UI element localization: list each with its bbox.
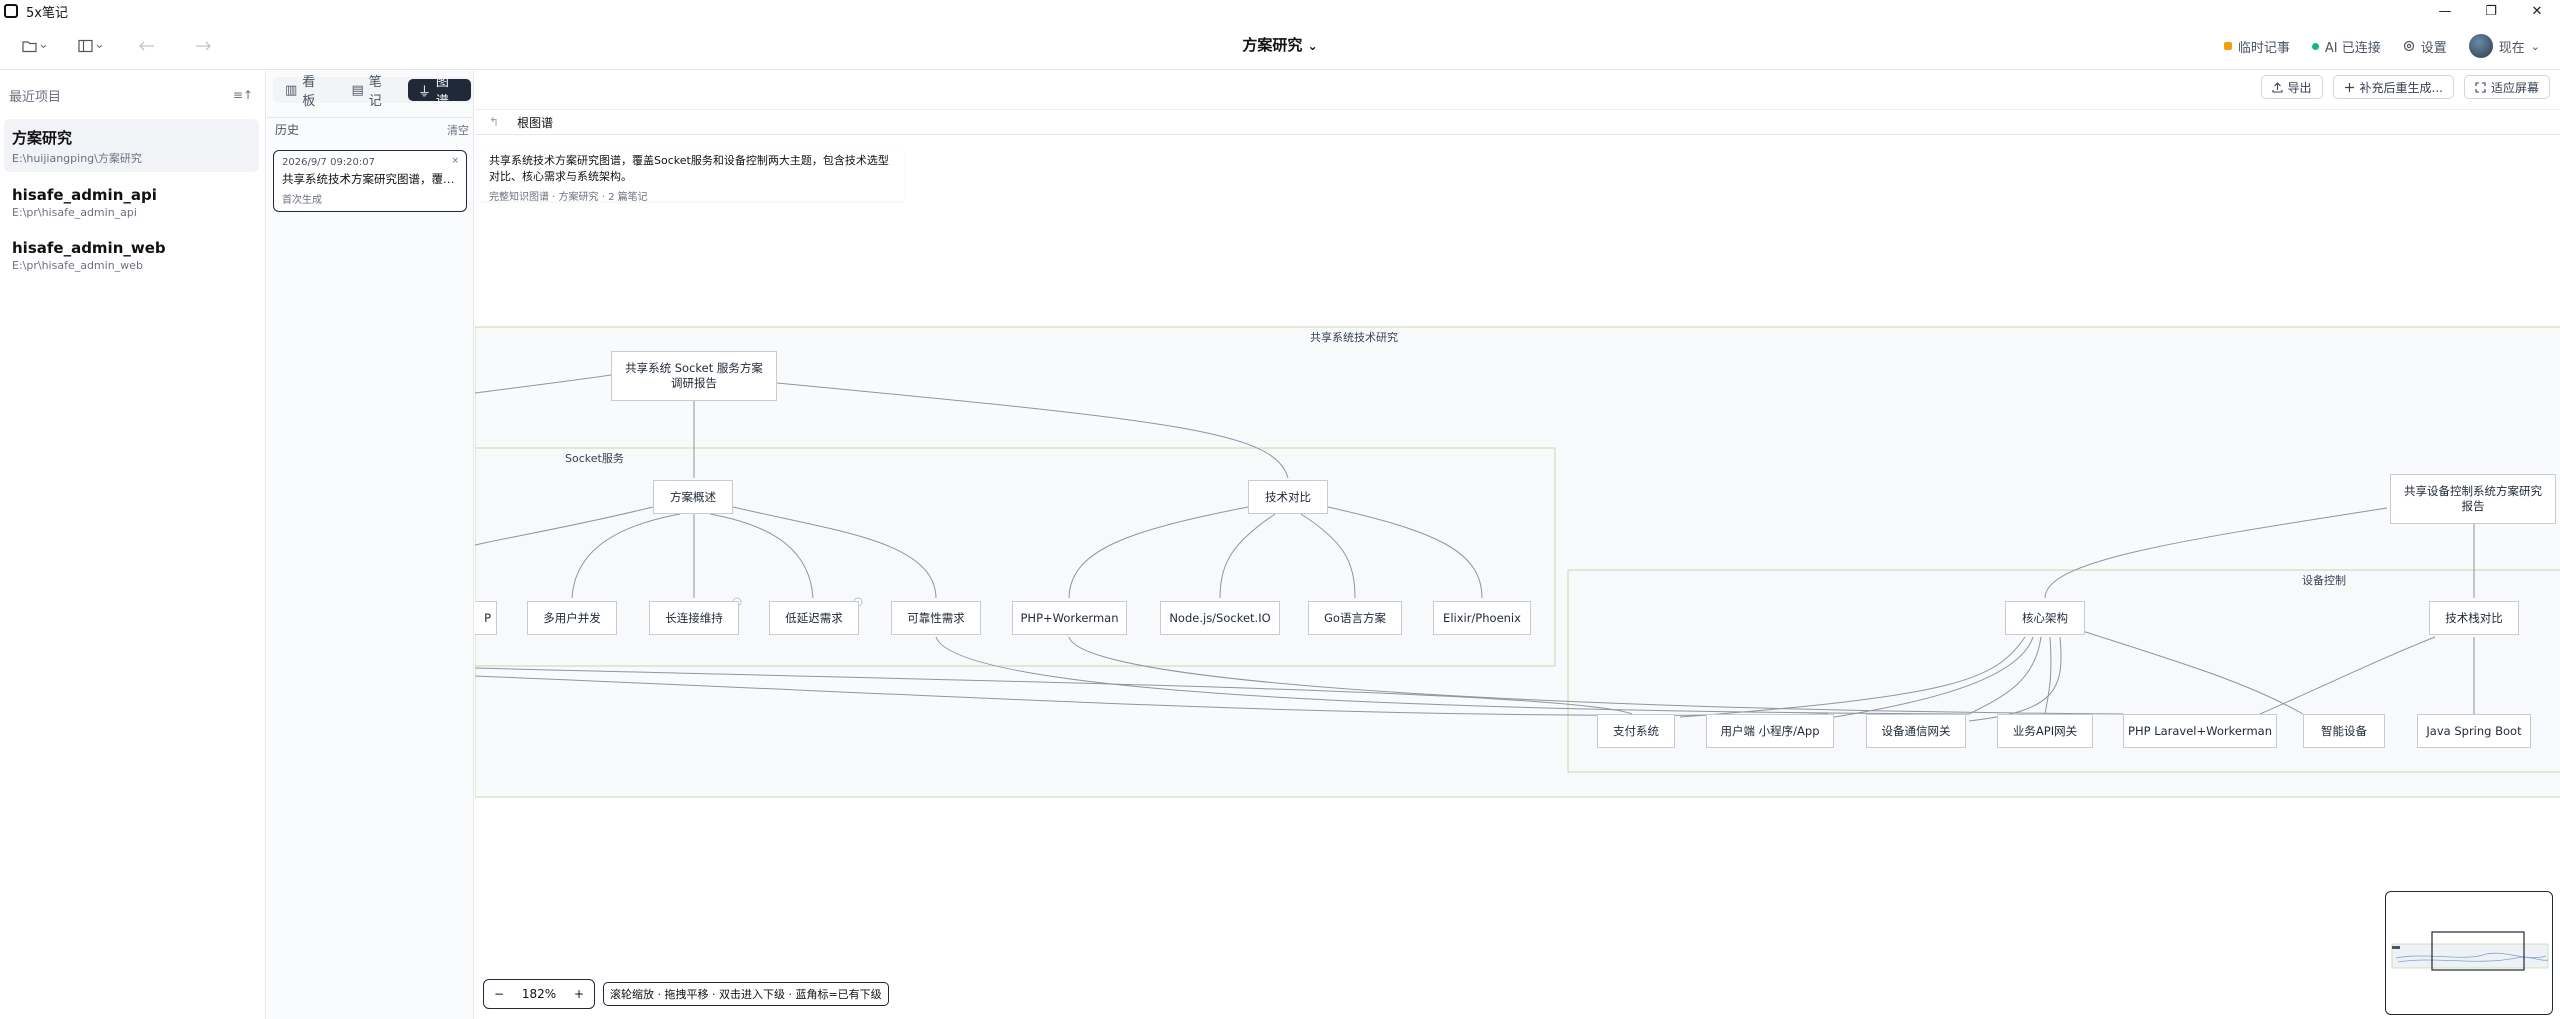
tab-label: 笔记 — [368, 75, 382, 109]
tab-graph[interactable]: ⏚ 图谱 — [407, 75, 472, 109]
group-title-device: 设备控制 — [2302, 574, 2346, 587]
graph-node[interactable]: 低延迟需求 — [769, 601, 859, 635]
board-icon: ▥ — [285, 82, 298, 98]
graph-icon: ⏚ — [417, 84, 431, 100]
graph-node[interactable]: 技术对比 — [1248, 480, 1328, 514]
minimap-canvas — [2391, 931, 2549, 971]
project-path: E:\huijiangping\方案研究 — [12, 152, 142, 165]
graph-node[interactable]: 业务API网关 — [1997, 714, 2093, 748]
history-entry[interactable]: 2026/9/7 09:20:07 共享系统技术方案研究图谱，覆盖... 首次生… — [273, 150, 467, 212]
graph-view: 导出 补充后重生成... 适应屏幕 ↰ 根图谱 共享系统技术研究 Socket服… — [475, 71, 2560, 1019]
scratch-note-label: 临时记事 — [2237, 40, 2290, 56]
toolbar: 方案研究 ⌄ 临时记事 AI 已连接 设置 现在 ⌄ — [0, 22, 2560, 70]
graph-node[interactable]: 设备通信网关 — [1866, 714, 1966, 748]
project-item[interactable]: hisafe_admin_api E:\pr\hisafe_admin_api — [4, 178, 259, 225]
graph-node[interactable]: PHP Laravel+Workerman — [2123, 714, 2277, 748]
window-controls: — ❐ ✕ — [2422, 0, 2560, 22]
toolbar-right: 临时记事 AI 已连接 设置 现在 ⌄ — [2223, 34, 2540, 58]
tab-board[interactable]: ▥ 看板 — [275, 75, 337, 109]
delete-history-icon[interactable]: × — [451, 156, 459, 166]
graph-node[interactable]: 方案概述 — [653, 480, 733, 514]
zoom-out-button[interactable]: − — [494, 987, 504, 1001]
status-dot-icon — [2311, 42, 2319, 50]
graph-node[interactable]: Java Spring Boot — [2417, 714, 2531, 748]
graph-node[interactable]: 可靠性需求 — [891, 601, 981, 635]
summary-text: 共享系统技术方案研究图谱，覆盖Socket服务和设备控制两大主题，包含技术选型对… — [489, 154, 889, 183]
project-name: 方案研究 — [12, 129, 73, 147]
interaction-hint: 滚轮缩放 · 拖拽平移 · 双击进入下级 · 蓝角标=已有下级 — [603, 982, 889, 1006]
history-heading: 历史 — [275, 123, 300, 137]
project-item[interactable]: hisafe_admin_web E:\pr\hisafe_admin_web — [4, 231, 259, 278]
avatar — [2468, 34, 2493, 58]
graph-node[interactable]: P — [475, 601, 497, 635]
view-tabs: ▥ 看板 ▤ 笔记 ⏚ 图谱 — [273, 75, 473, 109]
summary-meta: 完整知识图谱 · 方案研究 · 2 篇笔记 — [489, 192, 648, 203]
sidebar-header: 最近项目 ≡↑ — [0, 71, 265, 119]
history-title: 共享系统技术方案研究图谱，覆盖... — [282, 172, 458, 186]
graph-node[interactable]: 用户端 小程序/App — [1706, 714, 1834, 748]
history-time: 2026/9/7 09:20:07 — [282, 157, 376, 168]
project-name: hisafe_admin_web — [12, 239, 166, 257]
settings-button[interactable]: 设置 — [2403, 37, 2447, 56]
graph-node[interactable]: 共享系统 Socket 服务方案调研报告 — [611, 351, 777, 401]
history-panel: ▥ 看板 ▤ 笔记 ⏚ 图谱 历史 清空 2026/9/7 09:20:07 共… — [267, 71, 474, 1019]
graph-node[interactable]: 支付系统 — [1597, 714, 1675, 748]
app-title: 5x笔记 — [26, 5, 68, 21]
graph-node[interactable]: PHP+Workerman — [1012, 601, 1127, 635]
restore-button[interactable]: ❐ — [2468, 0, 2514, 22]
graph-node[interactable]: Go语言方案 — [1308, 601, 1402, 635]
graph-node[interactable]: Node.js/Socket.IO — [1160, 601, 1280, 635]
chevron-down-icon: ⌄ — [1307, 39, 1318, 53]
scratch-note-button[interactable]: 临时记事 — [2223, 37, 2290, 56]
ai-status[interactable]: AI 已连接 — [2311, 37, 2381, 56]
project-sidebar: 最近项目 ≡↑ 方案研究 E:\huijiangping\方案研究 hisafe… — [0, 71, 266, 1019]
ai-status-label: AI 已连接 — [2324, 40, 2381, 56]
app-logo-icon — [4, 4, 18, 18]
tab-label: 图谱 — [435, 75, 449, 109]
user-name: 现在 — [2498, 40, 2525, 56]
group-title-socket: Socket服务 — [565, 452, 624, 465]
chevron-down-icon: ⌄ — [2530, 39, 2540, 53]
zoom-in-button[interactable]: + — [574, 987, 584, 1001]
history-subtitle: 首次生成 — [282, 195, 322, 206]
minimap[interactable] — [2385, 891, 2553, 1015]
graph-node[interactable]: 共享设备控制系统方案研究报告 — [2390, 474, 2556, 524]
document-title: 方案研究 — [1242, 36, 1303, 54]
graph-node[interactable]: 核心架构 — [2005, 601, 2085, 635]
zoom-level: 182% — [521, 987, 557, 1001]
graph-node[interactable]: Elixir/Phoenix — [1433, 601, 1531, 635]
note-icon: ▤ — [351, 82, 364, 98]
graph-node[interactable]: 长连接维持 — [649, 601, 739, 635]
sidebar-heading: 最近项目 — [9, 89, 62, 105]
project-item[interactable]: 方案研究 E:\huijiangping\方案研究 — [4, 119, 259, 172]
minimize-button[interactable]: — — [2422, 0, 2468, 22]
gear-icon — [2403, 40, 2414, 52]
graph-node[interactable]: 多用户并发 — [527, 601, 617, 635]
sort-icon[interactable]: ≡↑ — [233, 88, 253, 102]
title-bar: 5x笔记 — ❐ ✕ — [0, 0, 2560, 22]
tab-notes[interactable]: ▤ 笔记 — [341, 75, 403, 109]
history-header: 历史 清空 — [267, 117, 474, 141]
graph-node[interactable]: 智能设备 — [2303, 714, 2385, 748]
close-window-button[interactable]: ✕ — [2514, 0, 2560, 22]
graph-canvas[interactable] — [475, 71, 2560, 1019]
zoom-control: − 182% + — [483, 979, 595, 1009]
clear-history-button[interactable]: 清空 — [447, 122, 469, 138]
project-path: E:\pr\hisafe_admin_web — [12, 259, 143, 272]
note-icon — [2223, 42, 2232, 50]
settings-label: 设置 — [2420, 40, 2447, 56]
project-name: hisafe_admin_api — [12, 186, 157, 204]
graph-node[interactable]: 技术栈对比 — [2429, 601, 2519, 635]
project-path: E:\pr\hisafe_admin_api — [12, 206, 137, 219]
graph-summary: 共享系统技术方案研究图谱，覆盖Socket服务和设备控制两大主题，包含技术选型对… — [479, 149, 904, 203]
group-title-outer: 共享系统技术研究 — [1310, 331, 1398, 344]
document-title-dropdown[interactable]: 方案研究 ⌄ — [0, 34, 2560, 55]
user-menu[interactable]: 现在 ⌄ — [2468, 34, 2540, 58]
tab-label: 看板 — [302, 75, 316, 109]
